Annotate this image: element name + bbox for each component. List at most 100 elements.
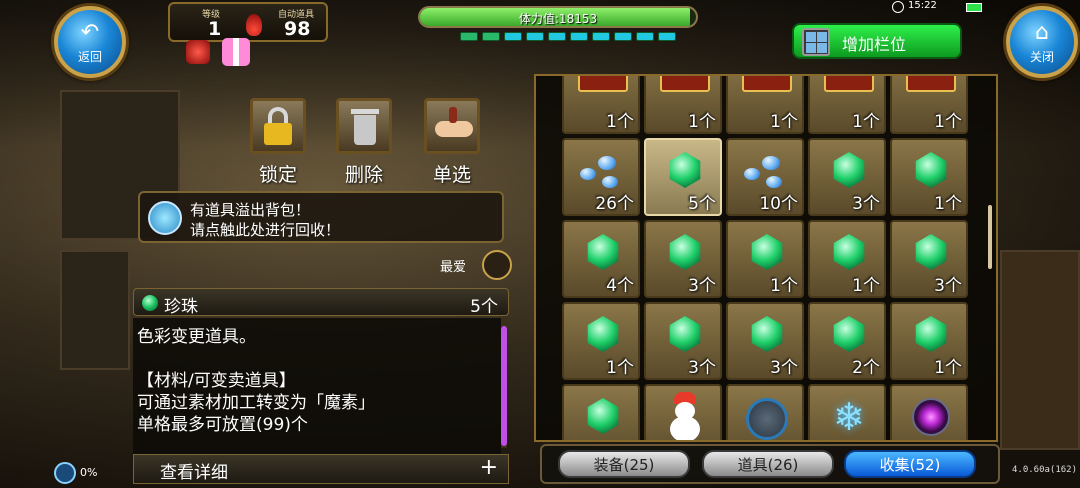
inventory-slot[interactable]: ❄ <box>808 384 886 440</box>
inventory-slot[interactable]: 3个 <box>890 220 968 298</box>
inventory-slot[interactable]: 26个 <box>562 138 640 216</box>
slot-quantity: 1个 <box>606 112 634 132</box>
close-button[interactable]: ⌂ 关闭 <box>1006 6 1078 78</box>
emerald-icon <box>587 398 619 434</box>
add-slot-button[interactable]: 增加栏位 <box>792 23 962 59</box>
device-status-bar: 15:22 <box>892 0 1012 14</box>
emerald-icon <box>669 234 701 270</box>
slot-quantity: 1个 <box>688 112 716 132</box>
overflow-notice[interactable]: 有道具溢出背包！ 请点触此处进行回收！ <box>138 191 504 243</box>
home-icon: ⌂ <box>1035 20 1049 45</box>
lock-button[interactable]: 锁定 <box>248 98 308 187</box>
emerald-icon <box>669 152 701 188</box>
add-slot-label: 增加栏位 <box>842 35 907 54</box>
inventory-slot[interactable]: 1个 <box>562 302 640 380</box>
energy-segment <box>658 32 676 41</box>
inventory-slot[interactable] <box>644 384 722 440</box>
energy-segment <box>592 32 610 41</box>
slot-quantity: 1个 <box>606 358 634 378</box>
slot-quantity: 1个 <box>852 276 880 296</box>
slot-quantity: 1个 <box>934 112 962 132</box>
energy-segments <box>460 32 680 44</box>
inventory-slot[interactable]: 3个 <box>644 220 722 298</box>
emerald-icon <box>915 152 947 188</box>
inventory-slot[interactable] <box>726 384 804 440</box>
delete-label: 删除 <box>344 164 383 186</box>
energy-segment <box>460 32 478 41</box>
inventory-slot[interactable]: 3个 <box>726 302 804 380</box>
background-shelf <box>60 250 130 370</box>
slot-quantity: 3个 <box>688 276 716 296</box>
inventory-slot-selected[interactable]: 5个 <box>644 138 722 216</box>
version-text: 4.0.60a(162) <box>1012 465 1078 475</box>
battery-icon <box>966 3 982 12</box>
inventory-slot[interactable]: 3个 <box>808 138 886 216</box>
inventory-slot[interactable]: 2个 <box>808 302 886 380</box>
blue-crystal-icon <box>576 150 628 194</box>
treasure-chest-icon <box>578 76 628 92</box>
inventory-slot[interactable]: 1个 <box>726 76 804 134</box>
view-detail-button[interactable]: 查看详细 + <box>133 454 509 484</box>
inventory-slot[interactable]: 1个 <box>808 76 886 134</box>
inventory-slot[interactable]: 1个 <box>890 302 968 380</box>
delete-button[interactable]: 删除 <box>334 98 394 187</box>
inventory-scrollbar[interactable] <box>988 205 992 269</box>
clock-icon <box>892 1 904 13</box>
tab-equipment[interactable]: 装备(25) <box>558 450 690 478</box>
recycle-face-icon <box>148 201 182 235</box>
slot-quantity: 26个 <box>595 194 634 214</box>
clock-text: 15:22 <box>908 0 937 11</box>
emerald-icon <box>833 316 865 352</box>
tab-collection[interactable]: 收集(52) <box>844 450 976 478</box>
emerald-icon <box>587 234 619 270</box>
inventory-slot[interactable]: 1个 <box>890 76 968 134</box>
energy-segment <box>614 32 632 41</box>
inventory-slot[interactable]: 1个 <box>808 220 886 298</box>
inventory-slot[interactable]: 4个 <box>562 220 640 298</box>
emerald-icon <box>751 316 783 352</box>
snowman-icon <box>668 392 702 440</box>
slot-quantity: 3个 <box>934 276 962 296</box>
treasure-chest-icon <box>742 76 792 92</box>
item-name: 珍珠 <box>164 297 198 317</box>
background-barrel <box>1000 250 1080 450</box>
favorite-toggle[interactable]: 最爱 <box>440 250 512 280</box>
purple-orb-icon <box>912 398 950 436</box>
emerald-icon <box>915 234 947 270</box>
plus-icon: + <box>479 455 498 480</box>
close-label: 关闭 <box>1029 50 1054 64</box>
favorite-label: 最爱 <box>440 260 467 275</box>
inventory-slot[interactable]: 1个 <box>644 76 722 134</box>
description-scrollbar[interactable] <box>501 318 507 448</box>
inventory-slot[interactable]: 10个 <box>726 138 804 216</box>
inventory-slot[interactable] <box>890 384 968 440</box>
slot-quantity: 1个 <box>934 194 962 214</box>
slot-quantity: 5个 <box>688 194 716 214</box>
red-gem-icon[interactable] <box>186 40 210 64</box>
gift-box-icon[interactable] <box>222 38 250 66</box>
slot-quantity: 3个 <box>852 194 880 214</box>
tab-items[interactable]: 道具(26) <box>702 450 834 478</box>
inventory-slot[interactable]: 1个 <box>726 220 804 298</box>
item-count: 5个 <box>470 297 498 317</box>
inventory-slot[interactable] <box>562 384 640 440</box>
status-panel: 等级 1 自动道具 98 <box>168 2 328 42</box>
single-select-label: 单选 <box>432 164 471 186</box>
lock-icon <box>250 98 306 154</box>
inventory-slot[interactable]: 3个 <box>644 302 722 380</box>
single-select-button[interactable]: 单选 <box>422 98 482 187</box>
energy-segment <box>636 32 654 41</box>
inventory-slot[interactable]: 1个 <box>562 76 640 134</box>
item-desc-line: 色彩变更道具。 <box>137 327 256 347</box>
inventory-slot[interactable]: 1个 <box>890 138 968 216</box>
slot-quantity: 1个 <box>934 358 962 378</box>
slot-quantity: 1个 <box>852 112 880 132</box>
auto-value: 98 <box>284 18 311 40</box>
energy-segment <box>526 32 544 41</box>
slot-quantity: 2个 <box>852 358 880 378</box>
back-button[interactable]: ↶ 返回 <box>54 6 126 78</box>
item-description: 色彩变更道具。 【材料/可变卖道具】 可通过素材加工转变为「魔素」 单格最多可放… <box>133 318 507 454</box>
energy-segment <box>504 32 522 41</box>
snowflake-icon: ❄ <box>833 395 865 439</box>
potion-icon <box>246 14 262 36</box>
